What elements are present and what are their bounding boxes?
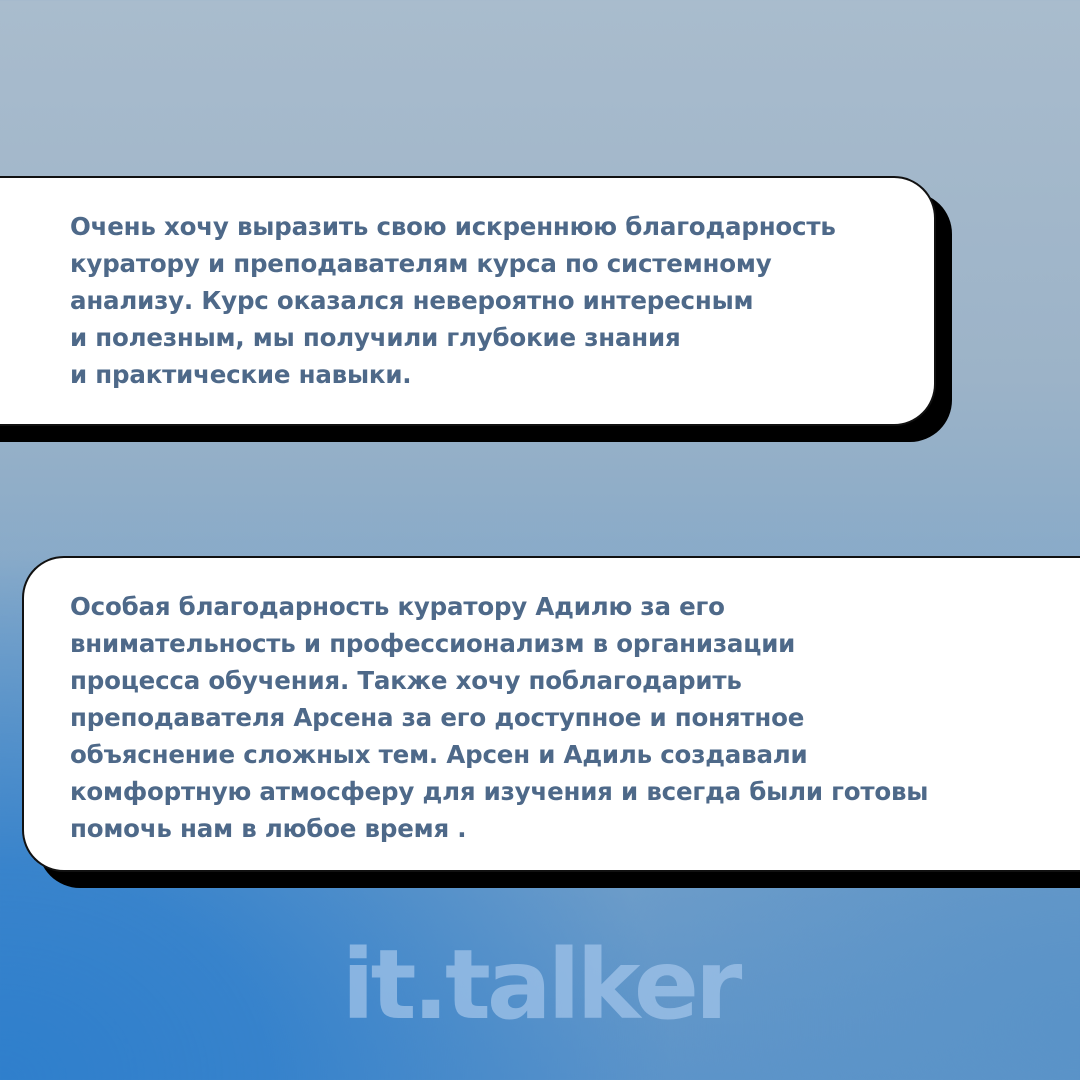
brand-logo: it.talker [341, 929, 743, 1041]
testimonial-text-1: Очень хочу выразить свою искреннюю благо… [70, 212, 836, 389]
testimonial-text-2: Особая благодарность куратору Адилю за е… [70, 592, 929, 843]
testimonial-card-2: Особая благодарность куратору Адилю за е… [22, 556, 1080, 872]
testimonial-card-1: Очень хочу выразить свою искреннюю благо… [0, 176, 936, 426]
